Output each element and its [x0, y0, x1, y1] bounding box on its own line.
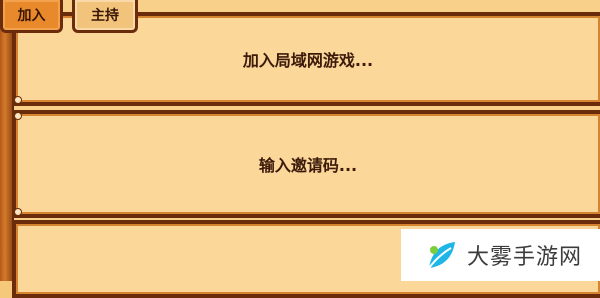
enter-invite-code-button[interactable]: 输入邀请码... [12, 110, 600, 218]
watermark-text: 大雾手游网 [467, 245, 583, 270]
tab-host[interactable]: 主持 [72, 0, 138, 33]
tab-join-label: 加入 [17, 8, 46, 24]
corner-bolt-icon [14, 208, 22, 216]
join-lan-game-label: 加入局域网游戏... [242, 51, 374, 70]
enter-invite-code-label: 输入邀请码... [258, 156, 358, 175]
corner-bolt-icon [14, 96, 22, 104]
corner-bolt-icon [14, 112, 22, 120]
watermark: 大雾手游网 [401, 229, 600, 281]
tab-join[interactable]: 加入 [0, 0, 63, 33]
leaf-logo-icon [428, 242, 455, 269]
tab-host-label: 主持 [91, 8, 119, 24]
